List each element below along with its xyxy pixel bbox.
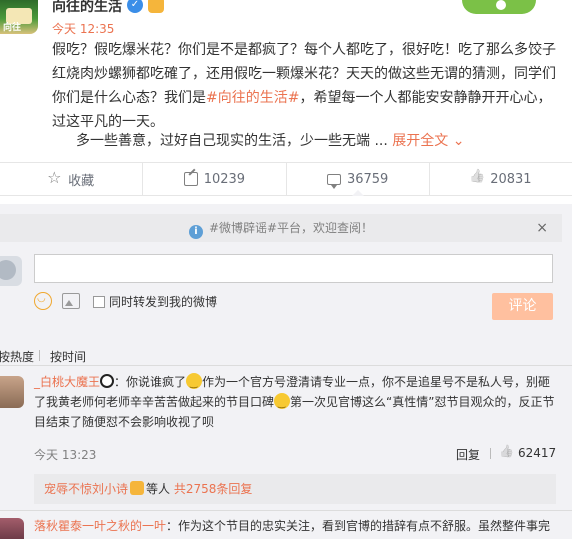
smile-emoji-icon	[186, 373, 203, 394]
comment-like-count: 62417	[518, 446, 557, 460]
author-name[interactable]: 向往的生活	[52, 0, 122, 16]
chevron-down-icon: ⌄	[448, 133, 465, 149]
panda-badge-icon	[100, 374, 115, 388]
rumor-notice-bar: i #微博辟谣#平台，欢迎查阅！ ×	[0, 214, 562, 242]
favorite-button[interactable]: 收藏	[0, 163, 144, 195]
favorite-label: 收藏	[68, 173, 95, 189]
comment-area: i #微博辟谣#平台，欢迎查阅！ × 同时转发到我的微博 评论 按热度 按时间 _…	[0, 204, 572, 539]
repost-button[interactable]: 10239	[143, 163, 287, 195]
avatar-logo-text: 向往	[3, 23, 22, 33]
emoji-icon[interactable]	[34, 292, 52, 310]
member-badge-icon	[130, 481, 145, 495]
repost-icon	[183, 172, 198, 186]
meta-divider	[490, 448, 491, 459]
member-badge-icon	[148, 0, 164, 13]
author-avatar[interactable]: 向往	[0, 0, 38, 34]
expand-full-text-link[interactable]: 展开全文 ⌄	[392, 133, 464, 149]
post-content: 假吃？假吃爆米花？你们是不是都疯了？每个人都吃了，很好吃！吃了那么多饺子红烧肉炒…	[52, 38, 564, 134]
sort-divider	[39, 350, 40, 361]
like-button[interactable]: 20831	[430, 163, 572, 195]
commenter-avatar[interactable]	[0, 376, 24, 408]
info-icon: i	[188, 225, 203, 239]
comment-count: 36759	[346, 171, 389, 187]
commenter-avatar[interactable]	[0, 518, 24, 539]
repost-count: 10239	[203, 171, 246, 187]
star-icon	[47, 168, 62, 187]
post-action-bar: 收藏 10239 36759 20831	[0, 162, 572, 196]
thumbs-up-icon[interactable]: 👍	[499, 444, 514, 458]
sub-reply-summary[interactable]: 宠辱不惊刘小诗 等人 共2758条回复	[34, 474, 556, 504]
comment-text: 落秋瞿泰一叶之秋的一叶：作为这个节目的忠实关注，看到官博的措辞有点不舒服。虽然整…	[34, 519, 551, 533]
thumbs-up-icon	[470, 172, 484, 186]
commenter-name[interactable]: 落秋瞿泰一叶之秋的一叶	[34, 519, 166, 533]
repost-checkbox[interactable]	[93, 296, 105, 308]
comment-icon	[326, 173, 341, 189]
post-time[interactable]: 今天 12:35	[52, 20, 114, 37]
comment-divider	[0, 510, 572, 511]
current-user-avatar[interactable]	[0, 256, 22, 286]
comment-input[interactable]	[34, 254, 553, 283]
like-count: 20831	[490, 171, 532, 187]
close-icon[interactable]: ×	[536, 214, 548, 242]
sub-reply-user[interactable]: 宠辱不惊刘小诗	[44, 482, 128, 496]
notice-text[interactable]: #微博辟谣#平台，欢迎查阅！	[209, 221, 373, 235]
commenter-name[interactable]: _白桃大魔王	[34, 375, 100, 389]
image-icon[interactable]	[62, 293, 80, 309]
smile-emoji-icon	[274, 393, 291, 414]
repost-checkbox-label[interactable]: 同时转发到我的微博	[109, 293, 217, 310]
submit-comment-button[interactable]: 评论	[492, 293, 553, 320]
sub-reply-count[interactable]: 共2758条回复	[174, 482, 253, 496]
sort-by-hot-tab[interactable]: 按热度	[0, 348, 34, 365]
comment-button[interactable]: 36759	[287, 163, 430, 196]
verified-icon: ✓	[127, 0, 143, 13]
comment-sort-bar: 按热度 按时间	[0, 336, 572, 366]
comment-time: 今天 13:23	[34, 448, 97, 462]
sort-by-time-tab[interactable]: 按时间	[50, 348, 86, 365]
reply-button[interactable]: 回复	[456, 446, 480, 463]
post-text-line2: 多一些善意，过好自己现实的生活，少一些无端 ...	[76, 133, 388, 149]
topic-link[interactable]: #向往的生活#	[206, 90, 299, 106]
decoration-sticker-icon	[462, 0, 536, 14]
comment-text: _白桃大魔王：你说谁疯了作为一个官方号澄清请专业一点，你不是追星号不是私人号，别…	[34, 372, 556, 432]
post-content-line2: 多一些善意，过好自己现实的生活，少一些无端 ... 展开全文 ⌄	[76, 129, 464, 153]
